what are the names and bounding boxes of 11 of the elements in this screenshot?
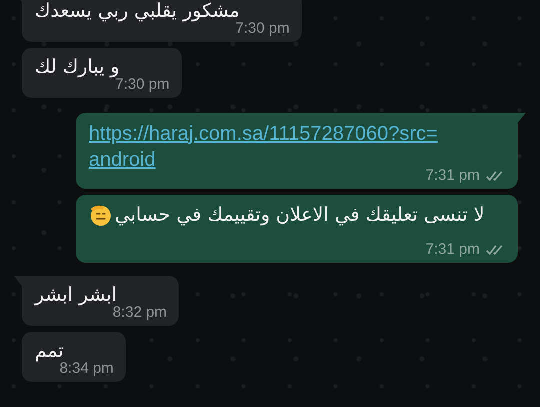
message-time: 7:31 pm (426, 167, 480, 184)
message-text: ابشر ابشر (35, 284, 118, 306)
message-text: و يبارك لك (35, 56, 121, 78)
message-time: 8:34 pm (60, 360, 114, 377)
message-text: مشكور يقلبي ربي يسعدك (35, 0, 241, 22)
message-time: 7:30 pm (236, 20, 290, 37)
message-time: 7:31 pm (426, 241, 480, 258)
message-time: 7:30 pm (116, 76, 170, 93)
message-text: لا تنسى تعليقك في الاعلان وتقييمك في حسابي (115, 204, 485, 226)
message-text: تمم (35, 340, 65, 362)
message-time: 8:32 pm (112, 304, 168, 321)
